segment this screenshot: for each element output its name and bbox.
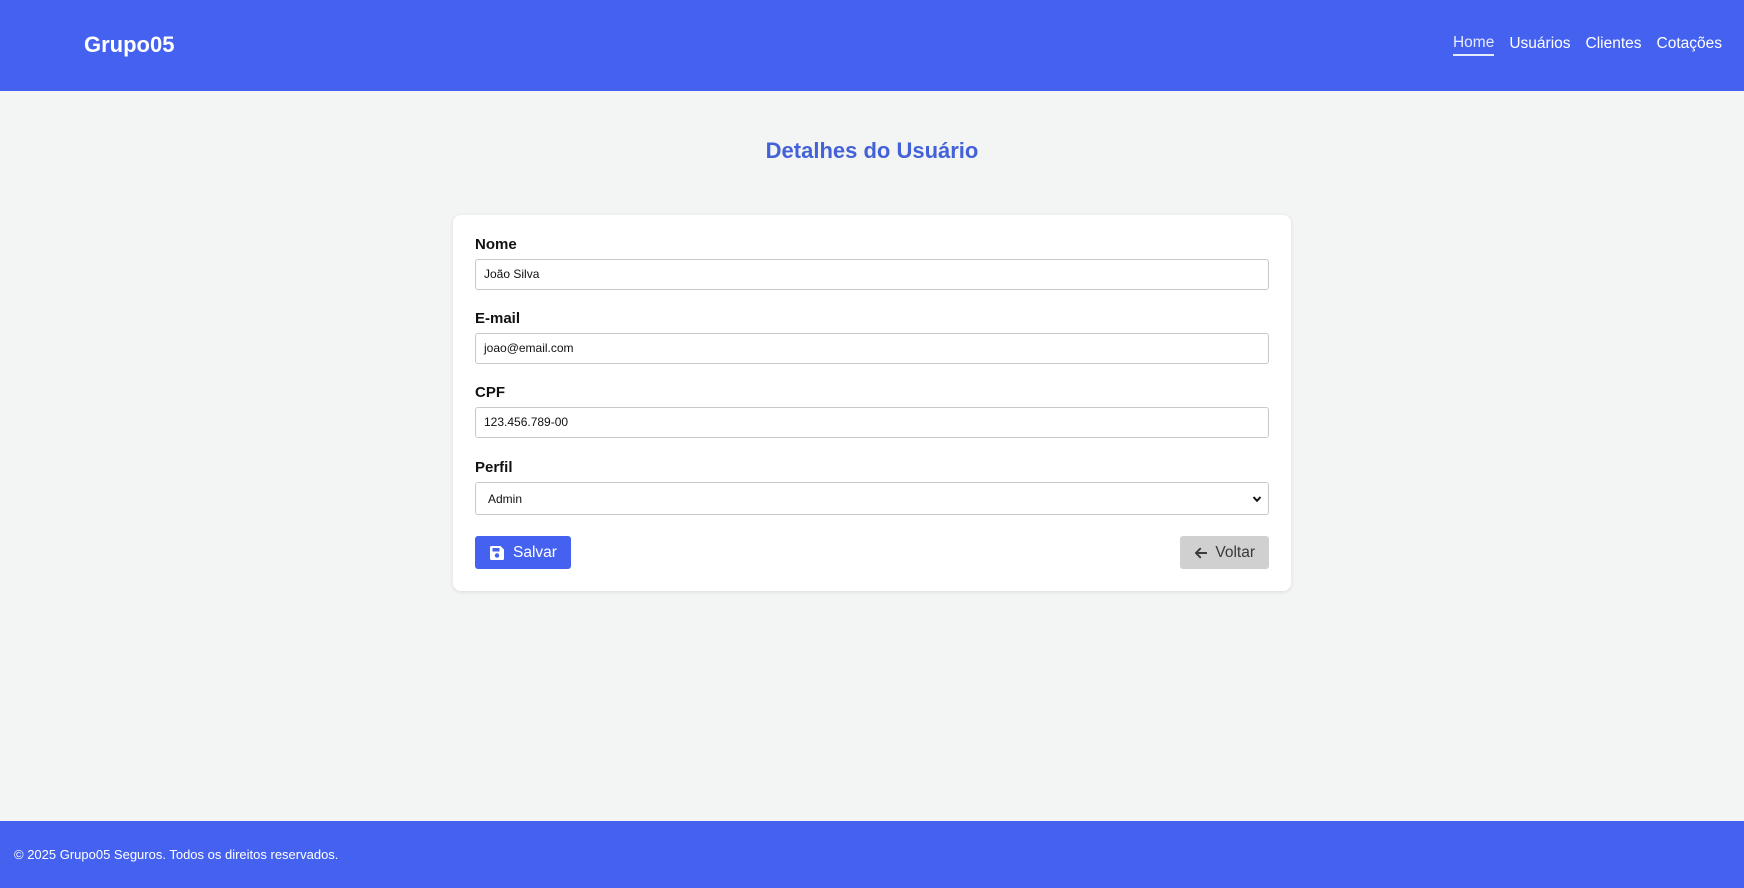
back-button-label: Voltar [1215,543,1255,561]
cpf-input[interactable]: 123.456.789-00 [475,407,1269,438]
nav-cotacoes[interactable]: Cotações [1657,35,1722,55]
cpf-field-group: CPF 123.456.789-00 [475,384,1269,438]
user-details-card: Nome João Silva E-mail joao@email.com CP… [453,215,1291,591]
perfil-label: Perfil [475,459,513,476]
arrow-left-icon [1194,547,1208,558]
email-field-group: E-mail joao@email.com [475,310,1269,364]
page-title: Detalhes do Usuário [765,138,979,163]
back-button[interactable]: Voltar [1180,536,1269,569]
nome-input[interactable]: João Silva [475,259,1269,290]
nav-home[interactable]: Home [1452,34,1495,56]
main-nav: Home Usuários Clientes Cotações [1452,34,1722,57]
save-button-label: Salvar [513,543,557,561]
nome-field-group: Nome João Silva [475,236,1269,290]
perfil-selected-value: Admin [488,491,523,506]
nav-clientes[interactable]: Clientes [1586,35,1642,55]
chevron-down-icon [1252,495,1262,502]
footer-copyright: © 2025 Grupo05 Seguros. Todos os direito… [14,847,339,862]
perfil-select[interactable]: Admin [475,482,1269,515]
nav-usuarios[interactable]: Usuários [1509,35,1570,55]
nome-label: Nome [475,236,517,253]
floppy-disk-icon [490,545,504,560]
perfil-field-group: Perfil Admin [475,459,1269,515]
brand-logo[interactable]: Grupo05 [84,32,174,58]
cpf-label: CPF [475,384,505,401]
save-button[interactable]: Salvar [475,536,571,569]
top-header: Grupo05 Home Usuários Clientes Cotações [0,0,1744,91]
email-input[interactable]: joao@email.com [475,333,1269,364]
email-label: E-mail [475,310,521,327]
page-footer: © 2025 Grupo05 Seguros. Todos os direito… [0,821,1744,888]
